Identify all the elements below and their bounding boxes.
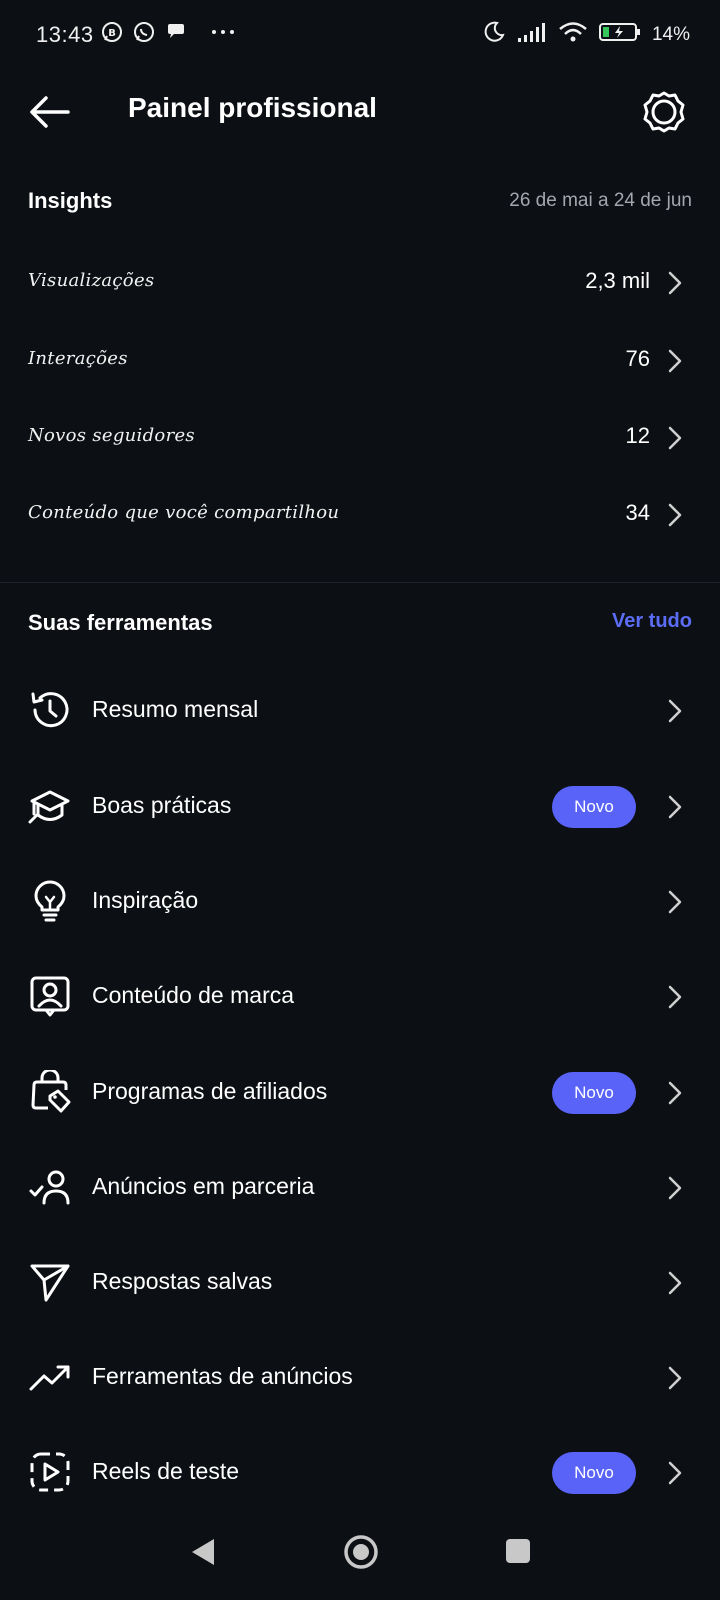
- moon-icon: [482, 20, 506, 49]
- insight-row-content-shared[interactable]: Conteúdo que você compartilhou 34: [28, 484, 692, 544]
- insight-label: Interações: [28, 348, 128, 369]
- graduation-cap-icon: [28, 790, 70, 824]
- new-badge: Novo: [552, 1072, 636, 1114]
- lightbulb-icon: [34, 880, 66, 922]
- see-all-link[interactable]: Ver tudo: [612, 610, 692, 633]
- system-nav-bar: [0, 1520, 720, 1600]
- tool-row-partnership-ads[interactable]: Anúncios em parceria: [0, 1147, 720, 1227]
- tool-label: Conteúdo de marca: [92, 982, 295, 1008]
- reels-play-icon: [30, 1452, 70, 1492]
- tool-label: Inspiração: [92, 887, 199, 913]
- insight-row-new-followers[interactable]: Novos seguidores 12: [28, 407, 692, 467]
- notification-icons: B: [100, 20, 236, 44]
- trending-up-icon: [29, 1365, 70, 1391]
- insight-value: 76: [625, 346, 650, 371]
- gear-icon: [643, 91, 685, 133]
- tool-label: Boas práticas: [92, 792, 232, 818]
- insight-label: Conteúdo que você compartilhou: [28, 502, 340, 523]
- tool-label: Programas de afiliados: [92, 1078, 328, 1104]
- chevron-right-icon: [668, 1461, 682, 1485]
- nav-back-button[interactable]: [188, 1536, 218, 1573]
- insights-header: Insights 26 de mai a 24 de jun: [28, 182, 692, 222]
- insight-row-views[interactable]: Visualizações 2,3 mil: [28, 252, 692, 312]
- chevron-right-icon: [668, 1366, 682, 1390]
- insight-value: 34: [625, 500, 650, 525]
- settings-button[interactable]: [642, 90, 686, 134]
- tool-row-affiliate-programs[interactable]: Programas de afiliados Novo: [0, 1052, 720, 1132]
- page-title: Painel profissional: [128, 92, 377, 123]
- insights-date-range: 26 de mai a 24 de jun: [509, 190, 692, 211]
- nav-recent-apps-button[interactable]: [504, 1536, 532, 1571]
- tool-label: Anúncios em parceria: [92, 1173, 315, 1199]
- arrow-left-icon: [30, 96, 70, 128]
- more-dots-icon: [210, 20, 236, 44]
- triangle-back-icon: [192, 1539, 214, 1565]
- whatsapp-business-icon: B: [100, 20, 124, 44]
- tools-header: Suas ferramentas Ver tudo: [28, 604, 692, 644]
- status-time: 13:43: [36, 22, 94, 47]
- tool-row-best-practices[interactable]: Boas práticas Novo: [0, 766, 720, 846]
- send-icon: [30, 1264, 70, 1302]
- chevron-right-icon: [668, 503, 682, 527]
- chevron-right-icon: [668, 699, 682, 723]
- shopping-bag-tag-icon: [31, 1070, 71, 1113]
- chevron-right-icon: [668, 1081, 682, 1105]
- insights-title: Insights: [28, 188, 113, 213]
- signal-icon: [516, 20, 548, 49]
- chevron-right-icon: [668, 890, 682, 914]
- chevron-right-icon: [668, 1176, 682, 1200]
- branded-content-icon: [30, 976, 70, 1017]
- chevron-right-icon: [668, 795, 682, 819]
- new-badge: Novo: [552, 786, 636, 828]
- tool-row-inspiration[interactable]: Inspiração: [0, 861, 720, 941]
- insight-value: 2,3 mil: [585, 268, 650, 293]
- square-recent-icon: [506, 1539, 530, 1563]
- history-clock-icon: [31, 692, 69, 728]
- svg-text:B: B: [108, 28, 116, 39]
- insight-row-interactions[interactable]: Interações 76: [28, 330, 692, 390]
- chevron-right-icon: [668, 426, 682, 450]
- tool-row-saved-replies[interactable]: Respostas salvas: [0, 1242, 720, 1322]
- tool-row-branded-content[interactable]: Conteúdo de marca: [0, 956, 720, 1036]
- tool-label: Reels de teste: [92, 1458, 240, 1484]
- tool-label: Resumo mensal: [92, 696, 259, 722]
- whatsapp-icon: [132, 20, 156, 44]
- circle-home-icon: [344, 1535, 378, 1569]
- battery-charging-icon: [598, 20, 642, 49]
- insight-value: 12: [625, 423, 650, 448]
- battery-percent: 14%: [651, 23, 690, 45]
- chat-icon: [164, 20, 188, 44]
- chevron-right-icon: [668, 349, 682, 373]
- back-button[interactable]: [26, 90, 74, 134]
- new-badge: Novo: [552, 1452, 636, 1494]
- top-bar: Painel profissional: [0, 72, 720, 152]
- chevron-right-icon: [668, 985, 682, 1009]
- section-divider: [0, 582, 720, 583]
- user-check-icon: [29, 1170, 70, 1205]
- tool-label: Ferramentas de anúncios: [92, 1363, 353, 1389]
- insight-label: Novos seguidores: [28, 425, 195, 446]
- tool-row-ad-tools[interactable]: Ferramentas de anúncios: [0, 1337, 720, 1417]
- insight-label: Visualizações: [28, 270, 155, 291]
- tool-row-trial-reels[interactable]: Reels de teste Novo: [0, 1432, 720, 1512]
- nav-home-button[interactable]: [342, 1533, 380, 1576]
- tool-label: Respostas salvas: [92, 1268, 273, 1294]
- system-icons: 14%: [482, 20, 690, 49]
- tool-row-monthly-summary[interactable]: Resumo mensal: [0, 670, 720, 750]
- chevron-right-icon: [668, 271, 682, 295]
- status-bar: 13:43 B 14%: [0, 0, 720, 72]
- chevron-right-icon: [668, 1271, 682, 1295]
- tools-title: Suas ferramentas: [28, 610, 213, 635]
- wifi-icon: [558, 20, 588, 49]
